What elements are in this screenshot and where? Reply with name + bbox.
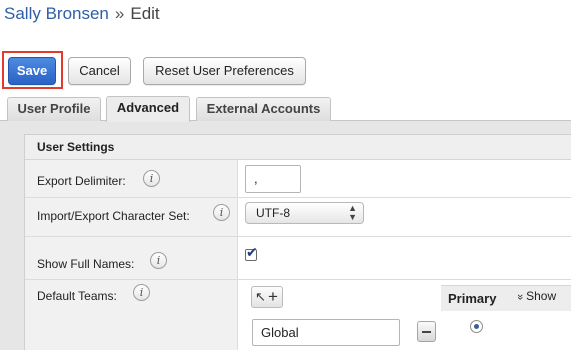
primary-column-label: Primary bbox=[448, 291, 497, 306]
show-toggle[interactable]: »Show bbox=[514, 289, 557, 303]
row-divider bbox=[25, 197, 571, 198]
cancel-button[interactable]: Cancel bbox=[68, 57, 131, 85]
export-delimiter-input[interactable]: , bbox=[245, 165, 301, 193]
show-full-names-label: Show Full Names: bbox=[37, 257, 135, 271]
check-icon: ✔ bbox=[246, 244, 258, 260]
charset-label: Import/Export Character Set: bbox=[37, 209, 190, 223]
select-arrows-icon: ▲ ▼ bbox=[348, 203, 357, 222]
export-delimiter-label: Export Delimiter: bbox=[37, 174, 126, 188]
reset-user-preferences-button[interactable]: Reset User Preferences bbox=[143, 57, 306, 85]
info-icon[interactable]: i bbox=[143, 170, 160, 187]
teams-select-add-button[interactable]: ↖ + bbox=[251, 286, 283, 308]
breadcrumb-current: Edit bbox=[130, 4, 160, 23]
row-divider bbox=[25, 279, 571, 280]
select-cursor-icon: ↖ bbox=[255, 289, 266, 304]
charset-select[interactable]: UTF-8 ▲ ▼ bbox=[245, 202, 364, 224]
charset-select-value: UTF-8 bbox=[256, 206, 290, 220]
info-icon[interactable]: i bbox=[213, 204, 230, 221]
breadcrumb-separator: » bbox=[114, 4, 125, 23]
tab-external-accounts[interactable]: External Accounts bbox=[196, 97, 331, 121]
team-name-input[interactable]: Global bbox=[252, 319, 400, 346]
save-button[interactable]: Save bbox=[8, 57, 56, 85]
teams-primary-header: Primary »Show bbox=[441, 285, 571, 311]
primary-team-radio[interactable] bbox=[470, 320, 483, 333]
breadcrumb: Sally Bronsen » Edit bbox=[4, 4, 160, 24]
tab-user-profile[interactable]: User Profile bbox=[7, 97, 101, 121]
minus-icon bbox=[422, 331, 431, 333]
info-icon[interactable]: i bbox=[133, 284, 150, 301]
remove-team-button[interactable] bbox=[417, 321, 436, 342]
show-full-names-checkbox[interactable]: ✔ bbox=[245, 244, 258, 261]
default-teams-label: Default Teams: bbox=[37, 289, 117, 303]
radio-selected-dot bbox=[474, 324, 479, 329]
show-label: Show bbox=[526, 289, 557, 303]
tab-advanced[interactable]: Advanced bbox=[106, 96, 190, 122]
plus-icon: + bbox=[268, 287, 278, 306]
chevron-down-icon: » bbox=[514, 293, 527, 301]
row-divider bbox=[25, 236, 571, 237]
breadcrumb-user-link[interactable]: Sally Bronsen bbox=[4, 4, 109, 23]
info-icon[interactable]: i bbox=[150, 252, 167, 269]
label-column bbox=[25, 160, 238, 350]
section-title: User Settings bbox=[25, 135, 571, 160]
